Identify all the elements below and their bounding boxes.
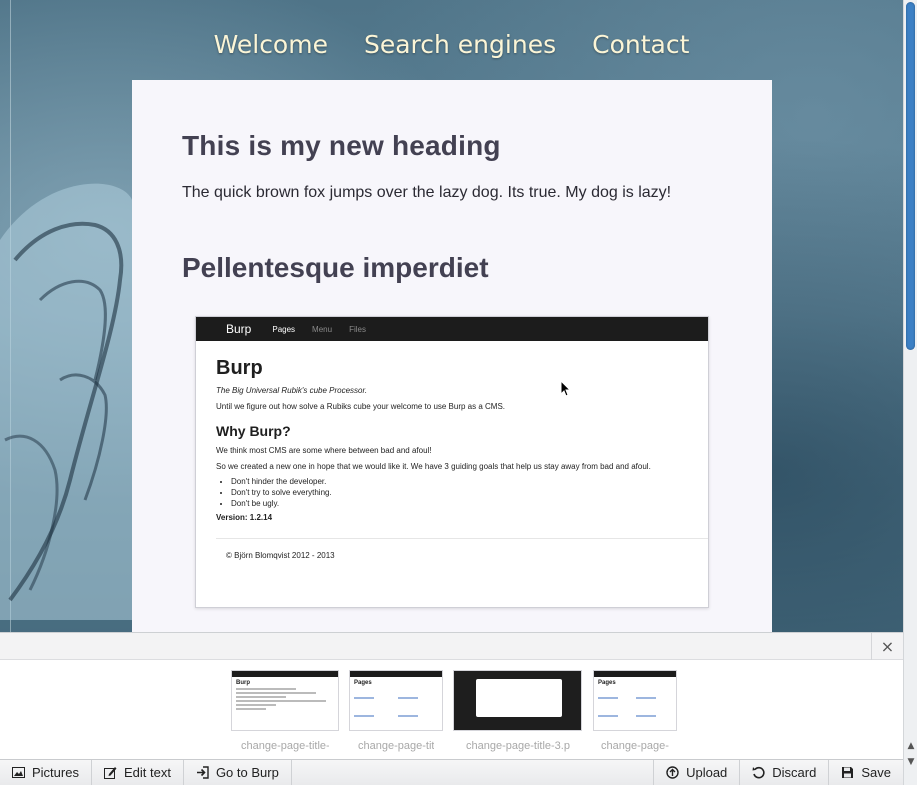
upload-button[interactable]: Upload	[653, 759, 739, 785]
upload-icon	[666, 766, 679, 779]
screenshot-nav-files: Files	[349, 324, 366, 334]
thumbnail-label: change-page-title-3.p	[466, 740, 570, 752]
screenshot-goals-list: Don't hinder the developer. Don't try to…	[216, 477, 688, 508]
screenshot-title: Burp	[216, 357, 263, 379]
picture-thumbnail[interactable]: Burp	[231, 670, 339, 731]
screenshot-brand: Burp	[226, 322, 252, 336]
edit-icon	[103, 767, 117, 779]
screenshot-why-heading: Why Burp?	[216, 423, 291, 439]
screenshot-version: Version: 1.2.14	[216, 513, 273, 522]
page-scrollbar[interactable]: ▲ ▼	[903, 0, 917, 785]
content-panel: This is my new heading The quick brown f…	[132, 80, 772, 632]
edit-text-button-label: Edit text	[123, 765, 171, 780]
toolbar-right-group: Upload Discard Save	[653, 759, 903, 785]
save-button-label: Save	[861, 765, 891, 780]
thumbnail-label: change-page-	[601, 740, 669, 752]
screenshot-nav-pages: Pages	[272, 324, 296, 334]
nav-link-search-engines[interactable]: Search engines	[364, 30, 556, 59]
picture-thumbnail[interactable]	[453, 670, 582, 731]
screenshot-intro: Until we figure out how solve a Rubiks c…	[216, 402, 506, 411]
save-button[interactable]: Save	[828, 759, 903, 785]
thumbnail-label: change-page-tit	[358, 740, 434, 752]
praying-hands-artwork	[0, 183, 132, 620]
intro-paragraph[interactable]: The quick brown fox jumps over the lazy …	[182, 184, 722, 202]
pictures-button-label: Pictures	[32, 765, 79, 780]
go-to-burp-button-label: Go to Burp	[215, 765, 279, 780]
section-heading[interactable]: Pellentesque imperdiet	[182, 252, 722, 284]
scroll-up-arrow-icon[interactable]: ▲	[904, 740, 917, 752]
screenshot-body: Burp The Big Universal Rubik's cube Proc…	[196, 341, 708, 522]
screenshot-why-p2: So we created a new one in hope that we …	[216, 462, 651, 471]
floppy-disk-icon	[842, 767, 854, 778]
image-icon	[12, 767, 25, 778]
scroll-down-arrow-icon[interactable]: ▼	[904, 756, 917, 768]
edit-text-button[interactable]: Edit text	[92, 759, 184, 785]
picture-thumbnail[interactable]: Pages	[349, 670, 443, 731]
pictures-panel: × Burp Pages Pages	[0, 632, 903, 759]
upload-button-label: Upload	[686, 765, 728, 780]
screenshot-goal: Don't be ugly.	[231, 499, 688, 508]
pictures-button[interactable]: Pictures	[0, 759, 92, 785]
picture-thumbnail[interactable]: Pages	[593, 670, 677, 731]
embedded-screenshot-image[interactable]: Burp Pages Menu Files Burp The Big Unive…	[195, 316, 709, 608]
discard-button[interactable]: Discard	[739, 759, 828, 785]
nav-link-welcome[interactable]: Welcome	[214, 30, 328, 59]
close-icon[interactable]: ×	[871, 633, 903, 660]
thumbnail-label: change-page-title-	[241, 740, 329, 752]
screenshot-goal: Don't hinder the developer.	[231, 477, 688, 486]
screenshot-navbar: Burp Pages Menu Files	[196, 317, 708, 341]
editor-toolbar: Pictures Edit text Go to Burp Upload Dis…	[0, 759, 903, 785]
nav-link-contact[interactable]: Contact	[592, 30, 689, 59]
go-to-burp-button[interactable]: Go to Burp	[184, 759, 292, 785]
undo-icon	[752, 766, 765, 779]
screenshot-why-p1: We think most CMS are some where between…	[216, 446, 432, 455]
mouse-pointer-icon	[560, 380, 572, 397]
screenshot-footer: © Björn Blomqvist 2012 - 2013	[226, 551, 335, 560]
pictures-panel-header: ×	[0, 632, 903, 660]
screenshot-tagline: The Big Universal Rubik's cube Processor…	[216, 386, 368, 395]
page-heading[interactable]: This is my new heading	[182, 130, 722, 162]
screenshot-nav-menu: Menu	[312, 324, 333, 334]
screenshot-goal: Don't try to solve everything.	[231, 488, 688, 497]
sign-in-icon	[196, 766, 209, 779]
scrollbar-thumb[interactable]	[906, 2, 915, 350]
top-navigation: Welcome Search engines Contact	[0, 30, 903, 59]
discard-button-label: Discard	[772, 765, 817, 780]
